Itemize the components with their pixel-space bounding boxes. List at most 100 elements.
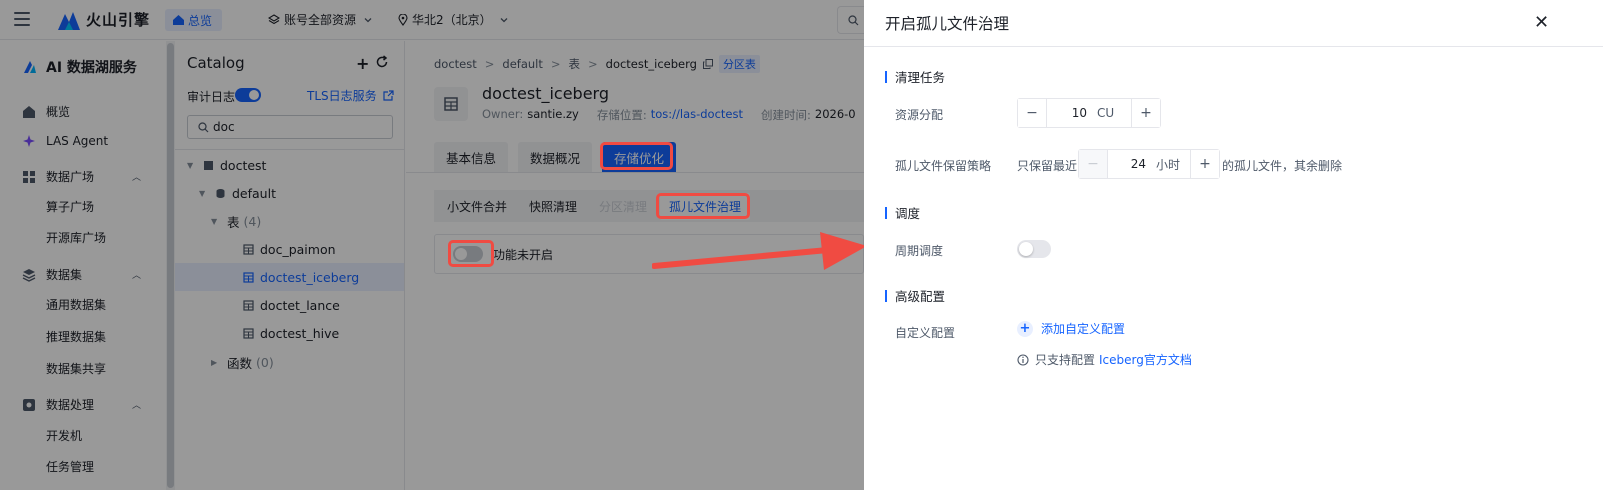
retain-unit: 小时 xyxy=(1155,157,1180,172)
optimization-subtabs: 小文件合并 快照清理 分区清理 孤儿文件治理 xyxy=(434,190,864,222)
tree-node-functions[interactable]: ▶ 函数 (0) xyxy=(175,348,404,376)
nav-item-operator-market[interactable]: 算子广场 xyxy=(46,198,94,215)
home-icon xyxy=(173,15,184,25)
catalog-search-input[interactable]: doc xyxy=(187,115,393,139)
section-advanced: 高级配置 xyxy=(885,286,945,305)
nav-label: LAS Agent xyxy=(46,134,109,148)
divider xyxy=(864,46,1603,47)
product-title[interactable]: AI 数据湖服务 xyxy=(22,57,137,77)
location-icon xyxy=(398,13,408,26)
nav-item-dataset-share[interactable]: 数据集共享 xyxy=(46,360,106,377)
custom-config-label: 自定义配置 xyxy=(895,326,956,340)
chevron-up-icon[interactable]: ︿ xyxy=(132,268,141,281)
nav-scrollbar[interactable] xyxy=(166,41,175,490)
owner-value: santie.zy xyxy=(527,107,579,121)
menu-icon[interactable] xyxy=(14,12,30,26)
breadcrumb-item[interactable]: 表 xyxy=(569,56,581,72)
nav-item-general-datasets[interactable]: 通用数据集 xyxy=(46,296,106,313)
caret-down-icon[interactable]: ▼ xyxy=(211,217,223,226)
tree-count: (0) xyxy=(256,354,274,370)
caret-right-icon[interactable]: ▶ xyxy=(211,358,223,367)
refresh-icon[interactable] xyxy=(375,55,389,69)
subtab-snapshot-cleanup[interactable]: 快照清理 xyxy=(520,193,586,220)
nav-item-las-agent[interactable]: LAS Agent xyxy=(22,134,108,148)
grid-icon xyxy=(23,170,35,183)
owner-label: Owner: xyxy=(482,107,524,121)
section-schedule: 调度 xyxy=(885,203,920,222)
table-meta: Owner: santie.zy 存储位置: tos://las-doctest… xyxy=(482,107,874,123)
add-custom-label: 添加自定义配置 xyxy=(1041,322,1126,336)
resource-label: 资源分配 xyxy=(895,108,944,122)
increment-button[interactable]: + xyxy=(1132,99,1160,127)
tree-node-tables[interactable]: ▼ 表 (4) xyxy=(175,207,404,235)
home-button[interactable]: 总览 xyxy=(165,9,223,31)
nav-item-datasets[interactable]: 数据集 xyxy=(22,266,82,283)
nav-item-data-processing[interactable]: 数据处理 xyxy=(22,396,94,413)
tree-node-schema[interactable]: ▼ default xyxy=(175,179,404,207)
table-icon xyxy=(243,243,254,255)
tree-node-table[interactable]: doctet_lance xyxy=(175,291,404,319)
tab-basic-info[interactable]: 基本信息 xyxy=(434,142,509,172)
nav-item-data-market[interactable]: 数据广场 xyxy=(22,168,94,185)
region-select[interactable]: 华北2（北京） xyxy=(398,11,508,28)
nav-item-overview[interactable]: 概览 xyxy=(22,103,70,120)
section-cleanup-task: 清理任务 xyxy=(885,67,945,86)
decrement-button[interactable]: − xyxy=(1079,150,1107,178)
periodic-schedule-label: 周期调度 xyxy=(895,244,944,258)
copy-icon[interactable] xyxy=(702,59,713,69)
config-hint: 只支持配置 Iceberg官方文档 xyxy=(1017,351,1192,368)
add-custom-config-button[interactable]: + 添加自定义配置 xyxy=(1017,320,1125,337)
schema-icon xyxy=(216,188,225,198)
iceberg-docs-link[interactable]: Iceberg官方文档 xyxy=(1099,351,1192,368)
nav-label: 数据处理 xyxy=(46,398,95,412)
retain-hours-input[interactable]: 24 小时 xyxy=(1107,150,1191,178)
table-icon xyxy=(243,299,254,311)
account-scope-label: 账号全部资源 xyxy=(284,13,357,27)
search-value: doc xyxy=(213,120,235,134)
tree-node-db[interactable]: ▼ doctest xyxy=(175,151,404,179)
add-icon[interactable]: + xyxy=(356,54,369,73)
subtab-small-file-merge[interactable]: 小文件合并 xyxy=(438,193,516,220)
audit-log-toggle[interactable] xyxy=(235,88,261,102)
lake-service-icon xyxy=(24,61,36,73)
brand-logo[interactable]: 火山引擎 xyxy=(58,9,150,30)
hint-text: 只支持配置 xyxy=(1035,353,1096,367)
divider xyxy=(406,172,864,173)
resource-stepper: − 10 CU + xyxy=(1017,98,1161,128)
nav-item-task-management[interactable]: 任务管理 xyxy=(46,458,94,475)
gear-icon xyxy=(23,398,35,411)
table-avatar xyxy=(434,87,468,121)
resource-value: 10 xyxy=(1071,106,1087,120)
stack-icon xyxy=(22,268,36,282)
chevron-up-icon[interactable]: ︿ xyxy=(132,170,141,183)
divider xyxy=(175,149,404,150)
caret-down-icon[interactable]: ▼ xyxy=(199,189,211,198)
chevron-up-icon[interactable]: ︿ xyxy=(132,398,141,411)
account-scope-select[interactable]: 账号全部资源 xyxy=(268,11,372,28)
decrement-button[interactable]: − xyxy=(1018,99,1046,127)
table-icon xyxy=(243,271,254,283)
resource-input[interactable]: 10 CU xyxy=(1046,99,1132,127)
home-icon xyxy=(23,105,35,118)
tree-node-table[interactable]: doc_paimon xyxy=(175,235,404,263)
periodic-schedule-toggle[interactable] xyxy=(1017,240,1051,258)
close-icon[interactable]: ✕ xyxy=(1534,12,1549,33)
plus-icon: + xyxy=(1017,320,1033,337)
orphan-file-drawer: 开启孤儿文件治理 ✕ 清理任务 资源分配 − 10 CU + 孤儿文件保留策略 … xyxy=(864,0,1603,490)
scrollbar-thumb[interactable] xyxy=(167,43,174,488)
nav-item-inference-datasets[interactable]: 推理数据集 xyxy=(46,328,106,345)
nav-label: 数据广场 xyxy=(46,170,95,184)
tls-service-link[interactable]: TLS日志服务 xyxy=(307,87,394,104)
increment-button[interactable]: + xyxy=(1191,150,1219,178)
breadcrumb-item[interactable]: doctest xyxy=(434,57,477,71)
tree-node-table[interactable]: doctest_hive xyxy=(175,319,404,347)
tree-node-table-selected[interactable]: doctest_iceberg xyxy=(175,263,404,291)
storage-link[interactable]: tos://las-doctest xyxy=(651,107,743,123)
chevron-down-icon xyxy=(500,17,508,22)
nav-item-dev-machine[interactable]: 开发机 xyxy=(46,427,82,444)
nav-item-repo-market[interactable]: 开源库广场 xyxy=(46,229,106,246)
breadcrumb-item[interactable]: default xyxy=(502,57,542,71)
caret-down-icon[interactable]: ▼ xyxy=(187,161,199,170)
breadcrumb-separator: > xyxy=(588,57,598,71)
tab-data-overview[interactable]: 数据概况 xyxy=(518,142,593,172)
